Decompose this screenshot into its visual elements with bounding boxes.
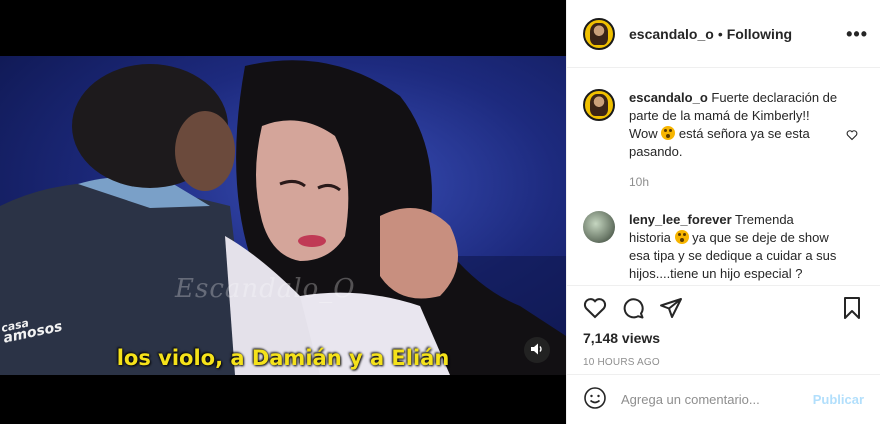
astonished-face-icon xyxy=(674,230,689,244)
post-details-panel: escandalo_o • Following ••• escandalo_o … xyxy=(566,0,880,424)
following-button[interactable]: Following xyxy=(727,26,792,42)
astonished-face-icon xyxy=(661,126,676,140)
comment-composer: Publicar xyxy=(567,374,880,424)
speaker-icon xyxy=(530,342,544,359)
bookmark-icon[interactable] xyxy=(840,296,864,320)
comment-icon[interactable] xyxy=(621,296,645,320)
post-viewer: Escandalo_O casa amosos los violo, a Dam… xyxy=(0,0,880,424)
caption-username[interactable]: escandalo_o xyxy=(629,90,708,105)
comment-input[interactable] xyxy=(621,392,811,407)
author-username[interactable]: escandalo_o xyxy=(629,26,714,42)
post-caption: escandalo_o Fuerte declaración de parte … xyxy=(583,89,864,191)
comment-like-heart-icon[interactable] xyxy=(846,129,858,144)
post-header: escandalo_o • Following xyxy=(567,0,880,68)
heart-icon[interactable] xyxy=(583,296,607,320)
caption-time[interactable]: 10h xyxy=(629,173,839,191)
commenter-avatar[interactable] xyxy=(583,211,615,243)
sound-toggle-button[interactable] xyxy=(524,337,550,363)
emoji-icon[interactable] xyxy=(583,386,607,413)
comment-item: leny_lee_forever Tremenda historia ya qu… xyxy=(583,211,864,285)
video-subtitle: los violo, a Damián y a Elián xyxy=(116,346,450,370)
share-icon[interactable] xyxy=(659,296,683,320)
header-separator: • xyxy=(717,25,723,42)
video-watermark: Escandalo_O xyxy=(175,274,356,304)
video-scene xyxy=(0,60,566,375)
post-comment-button[interactable]: Publicar xyxy=(813,392,864,407)
post-timestamp[interactable]: 10 HOURS AGO xyxy=(583,357,864,368)
comments-list[interactable]: escandalo_o Fuerte declaración de parte … xyxy=(567,69,880,285)
post-actions: 7,148 views 10 HOURS AGO xyxy=(567,285,880,368)
more-options-icon[interactable]: ••• xyxy=(846,25,868,43)
video-player[interactable]: Escandalo_O casa amosos los violo, a Dam… xyxy=(0,0,566,424)
video-frame[interactable]: Escandalo_O casa amosos los violo, a Dam… xyxy=(0,56,566,375)
author-avatar[interactable] xyxy=(583,17,615,50)
commenter-username[interactable]: leny_lee_forever xyxy=(629,212,732,227)
view-count[interactable]: 7,148 views xyxy=(583,330,864,346)
caption-author-avatar[interactable] xyxy=(583,89,615,121)
